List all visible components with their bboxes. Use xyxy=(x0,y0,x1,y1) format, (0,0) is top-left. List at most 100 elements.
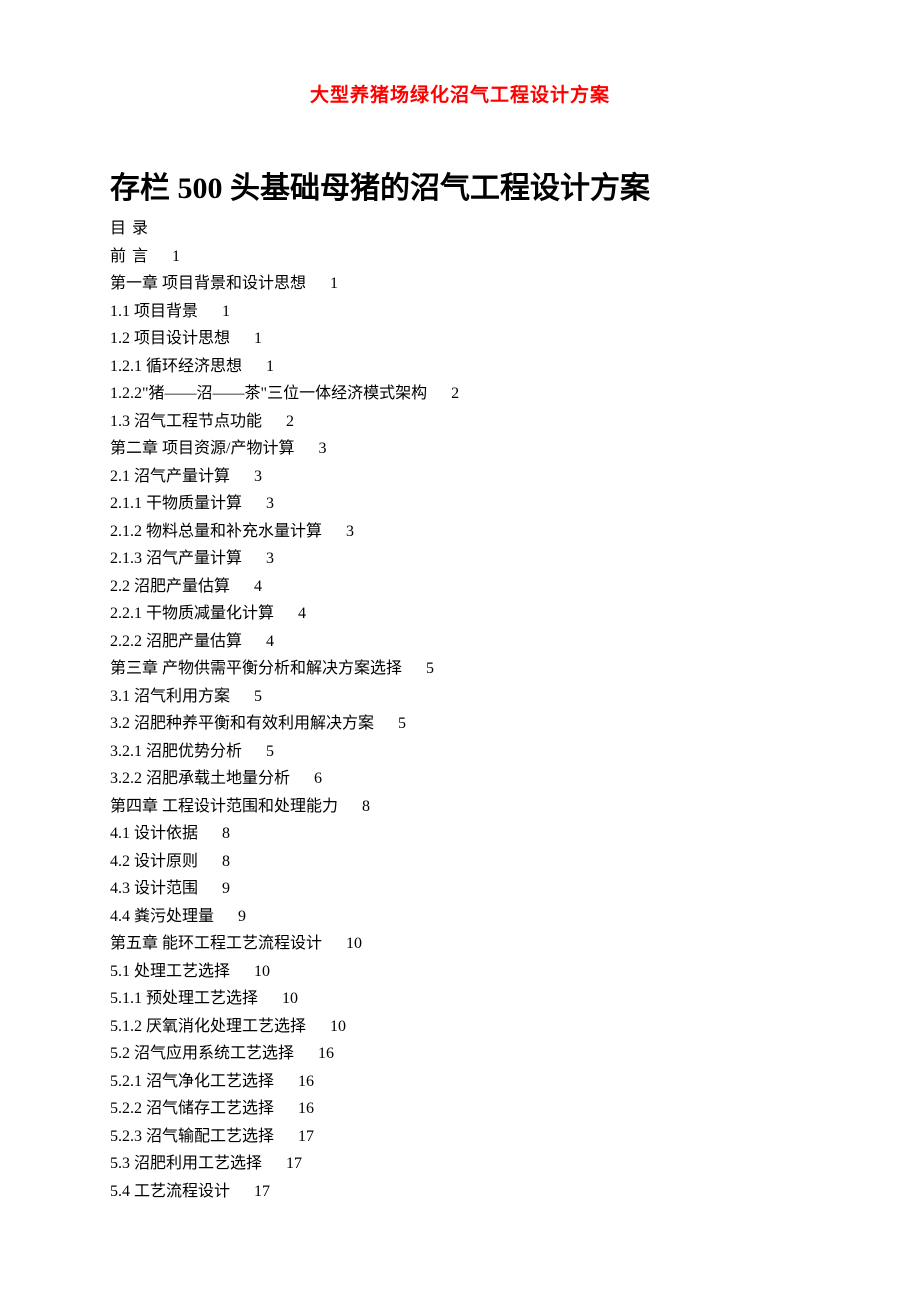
toc-entry: 2.2 沼肥产量估算 4 xyxy=(110,573,810,601)
toc-entry: 3.1 沼气利用方案5 xyxy=(110,683,810,711)
toc-entry-label: 5.1.2 厌氧消化处理工艺选择 xyxy=(110,1018,306,1035)
toc-entry: 第一章 项目背景和设计思想 1 xyxy=(110,270,810,298)
toc-entry-page: 17 xyxy=(286,1155,302,1172)
toc-entry-label: 1.3 沼气工程节点功能 xyxy=(110,413,262,430)
toc-entry: 第四章 工程设计范围和处理能力 8 xyxy=(110,793,810,821)
toc-entry-label: 4.3 设计范围 xyxy=(110,880,198,897)
toc-entry-page: 1 xyxy=(330,275,338,292)
toc-entry-label: 第四章 工程设计范围和处理能力 xyxy=(110,798,338,815)
toc-entry: 前言1 xyxy=(110,243,810,271)
toc-entry-label: 言 xyxy=(132,248,148,265)
toc-entry: 第五章 能环工程工艺流程设计 10 xyxy=(110,930,810,958)
toc-entry: 1.1 项目背景 1 xyxy=(110,298,810,326)
toc-entry-page: 16 xyxy=(298,1100,314,1117)
toc-entry-label: 4.1 设计依据 xyxy=(110,825,198,842)
toc-entry-label: 1.2.1 循环经济思想 xyxy=(110,358,242,375)
toc-entry-label: 2.1.1 干物质量计算 xyxy=(110,495,242,512)
toc-entry-label: 2.2 沼肥产量估算 xyxy=(110,578,230,595)
toc-entry: 5.3 沼肥利用工艺选择 17 xyxy=(110,1150,810,1178)
toc-entry: 1.2 项目设计思想1 xyxy=(110,325,810,353)
toc-entry: 4.2 设计原则 8 xyxy=(110,848,810,876)
toc-entry-page: 3 xyxy=(266,550,274,567)
document-page: 大型养猪场绿化沼气工程设计方案 存栏 500 头基础母猪的沼气工程设计方案 目录… xyxy=(0,0,920,1265)
toc-entry-label: 1.1 项目背景 xyxy=(110,303,198,320)
toc-entry: 1.2.2"猪——沼——茶"三位一体经济模式架构 2 xyxy=(110,380,810,408)
toc-entry-label: 5.1.1 预处理工艺选择 xyxy=(110,990,258,1007)
toc-entry-label: 3.2.2 沼肥承载土地量分析 xyxy=(110,770,290,787)
toc-heading-char-2: 录 xyxy=(132,220,148,237)
toc-entry: 第二章 项目资源/产物计算 3 xyxy=(110,435,810,463)
toc-entry-label: 5.4 工艺流程设计 xyxy=(110,1183,230,1200)
toc-entry-label: 1.2.2"猪——沼——茶"三位一体经济模式架构 xyxy=(110,385,427,402)
toc-entry-page: 3 xyxy=(346,523,354,540)
toc-entry-page: 5 xyxy=(426,660,434,677)
toc-entry-label: 3.2 沼肥种养平衡和有效利用解决方案 xyxy=(110,715,374,732)
toc-heading-char-1: 目 xyxy=(110,220,132,237)
toc-entry-page: 8 xyxy=(222,825,230,842)
toc-entry: 4.4 粪污处理量 9 xyxy=(110,903,810,931)
toc-entry-page: 10 xyxy=(330,1018,346,1035)
toc-entry-label: 2.1 沼气产量计算 xyxy=(110,468,230,485)
toc-entry-page: 4 xyxy=(266,633,274,650)
toc-entry-page: 3 xyxy=(254,468,262,485)
toc-entry-page: 5 xyxy=(254,688,262,705)
toc-entry-page: 1 xyxy=(266,358,274,375)
toc-entry-label: 3.2.1 沼肥优势分析 xyxy=(110,743,242,760)
toc-entry-page: 9 xyxy=(238,908,246,925)
toc-entry-page: 2 xyxy=(451,385,459,402)
toc-entry-page: 3 xyxy=(266,495,274,512)
toc-entry: 5.2.2 沼气储存工艺选择16 xyxy=(110,1095,810,1123)
toc-entry-page: 10 xyxy=(346,935,362,952)
toc-entry-label: 5.2.1 沼气净化工艺选择 xyxy=(110,1073,274,1090)
toc-entry: 2.1 沼气产量计算 3 xyxy=(110,463,810,491)
toc-entry: 4.3 设计范围 9 xyxy=(110,875,810,903)
toc-entry: 2.2.2 沼肥产量估算 4 xyxy=(110,628,810,656)
toc-entry-page: 8 xyxy=(362,798,370,815)
toc-entry-page: 9 xyxy=(222,880,230,897)
toc-entry-label: 第五章 能环工程工艺流程设计 xyxy=(110,935,322,952)
toc-entry-page: 1 xyxy=(222,303,230,320)
toc-entry-label: 5.3 沼肥利用工艺选择 xyxy=(110,1155,262,1172)
toc-entry-page: 17 xyxy=(254,1183,270,1200)
toc-entry-label: 第一章 项目背景和设计思想 xyxy=(110,275,306,292)
toc-entry-label: 5.2.3 沼气输配工艺选择 xyxy=(110,1128,274,1145)
toc-entry: 2.2.1 干物质减量化计算4 xyxy=(110,600,810,628)
toc-entry-page: 16 xyxy=(318,1045,334,1062)
toc-entry-page: 5 xyxy=(266,743,274,760)
toc-entry-page: 5 xyxy=(398,715,406,732)
toc-entry: 5.1.1 预处理工艺选择 10 xyxy=(110,985,810,1013)
toc-entry-label: 第二章 项目资源/产物计算 xyxy=(110,440,294,457)
toc-entry-page: 4 xyxy=(298,605,306,622)
toc-entry: 4.1 设计依据 8 xyxy=(110,820,810,848)
toc-entry-page: 6 xyxy=(314,770,322,787)
toc-entry-page: 10 xyxy=(282,990,298,1007)
toc-entry-page: 2 xyxy=(286,413,294,430)
toc-entry-page: 4 xyxy=(254,578,262,595)
toc-entry-label: 2.1.3 沼气产量计算 xyxy=(110,550,242,567)
page-header-title: 大型养猪场绿化沼气工程设计方案 xyxy=(110,80,810,107)
toc-entry: 3.2.1 沼肥优势分析 5 xyxy=(110,738,810,766)
toc-entry: 1.2.1 循环经济思想 1 xyxy=(110,353,810,381)
toc-entry: 2.1.1 干物质量计算 3 xyxy=(110,490,810,518)
toc-entry-page: 1 xyxy=(172,248,180,265)
toc-entry: 5.2.3 沼气输配工艺选择17 xyxy=(110,1123,810,1151)
toc-entry: 1.3 沼气工程节点功能 2 xyxy=(110,408,810,436)
toc-heading: 目录 xyxy=(110,215,810,243)
main-title: 存栏 500 头基础母猪的沼气工程设计方案 xyxy=(110,163,810,207)
toc-entry-label: 2.1.2 物料总量和补充水量计算 xyxy=(110,523,322,540)
toc-entry: 3.2.2 沼肥承载土地量分析 6 xyxy=(110,765,810,793)
toc-entry-label: 5.2 沼气应用系统工艺选择 xyxy=(110,1045,294,1062)
toc-entry: 2.1.3 沼气产量计算 3 xyxy=(110,545,810,573)
toc-entry: 5.4 工艺流程设计 17 xyxy=(110,1178,810,1206)
toc-entry-label: 4.4 粪污处理量 xyxy=(110,908,214,925)
toc-entry: 3.2 沼肥种养平衡和有效利用解决方案 5 xyxy=(110,710,810,738)
toc-entry: 5.1.2 厌氧消化处理工艺选择 10 xyxy=(110,1013,810,1041)
toc-entry-page: 10 xyxy=(254,963,270,980)
toc-entry-label: 1.2 项目设计思想 xyxy=(110,330,230,347)
toc-entry-page: 3 xyxy=(318,440,326,457)
toc-entry: 5.2.1 沼气净化工艺选择16 xyxy=(110,1068,810,1096)
toc-entry-label: 2.2.2 沼肥产量估算 xyxy=(110,633,242,650)
toc-entry: 5.1 处理工艺选择10 xyxy=(110,958,810,986)
toc-entry-page: 8 xyxy=(222,853,230,870)
toc-entry-label: 4.2 设计原则 xyxy=(110,853,198,870)
